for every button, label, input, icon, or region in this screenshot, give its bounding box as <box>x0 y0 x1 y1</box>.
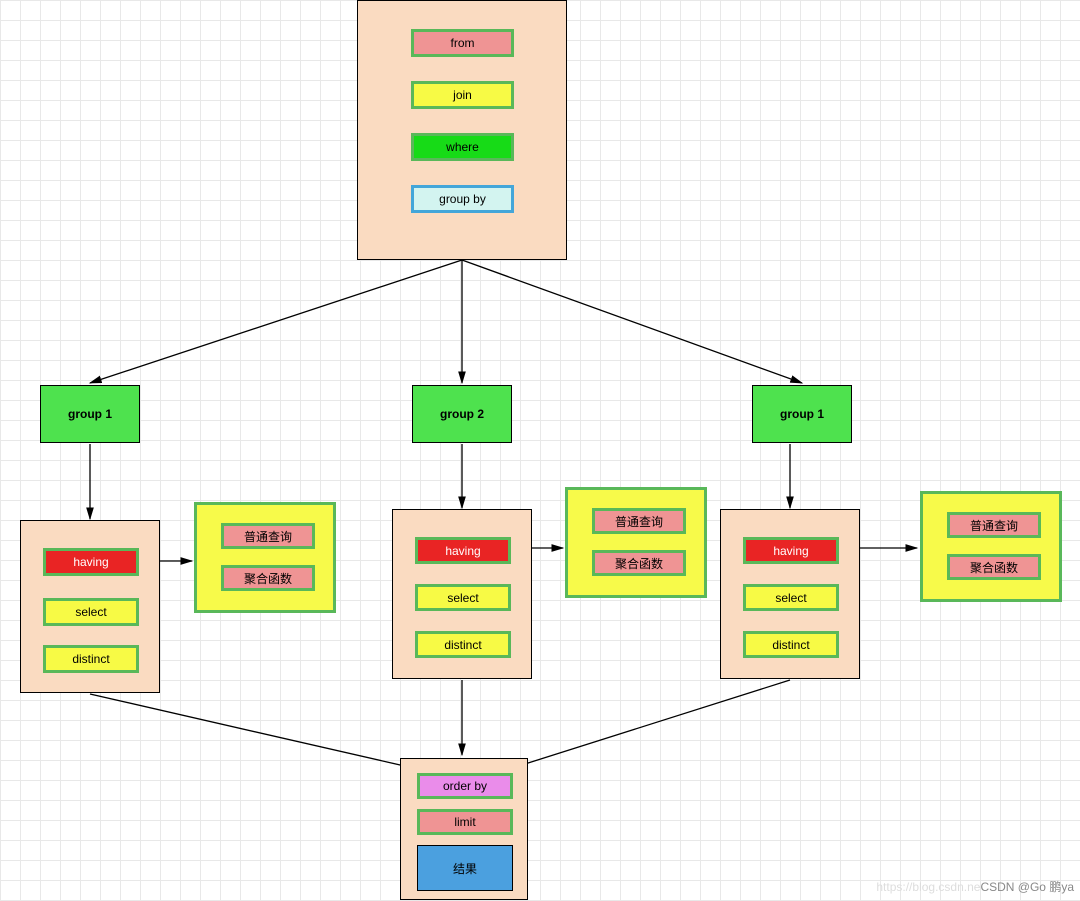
having-3: having <box>743 537 839 564</box>
select-2: select <box>415 584 511 611</box>
select-3: select <box>743 584 839 611</box>
inner-box-3: having select distinct <box>720 509 860 679</box>
normal-query-2: 普通查询 <box>592 508 686 534</box>
join-item: join <box>411 81 514 109</box>
query-box-2: 普通查询 聚合函数 <box>565 487 707 598</box>
agg-func-2: 聚合函数 <box>592 550 686 576</box>
watermark-text: CSDN @Go 鹏ya <box>980 880 1074 894</box>
agg-func-1: 聚合函数 <box>221 565 315 591</box>
group3-node: group 1 <box>752 385 852 443</box>
having-1: having <box>43 548 139 576</box>
inner-box-1: having select distinct <box>20 520 160 693</box>
where-item: where <box>411 133 514 161</box>
top-box: from join where group by <box>357 0 567 260</box>
limit-item: limit <box>417 809 513 835</box>
group2-node: group 2 <box>412 385 512 443</box>
select-1: select <box>43 598 139 626</box>
watermark-faint: https://blog.csdn.ne <box>876 880 980 894</box>
from-item: from <box>411 29 514 57</box>
query-box-3: 普通查询 聚合函数 <box>920 491 1062 602</box>
having-2: having <box>415 537 511 564</box>
result-item: 结果 <box>417 845 513 891</box>
distinct-1: distinct <box>43 645 139 673</box>
orderby-item: order by <box>417 773 513 799</box>
normal-query-1: 普通查询 <box>221 523 315 549</box>
inner-box-2: having select distinct <box>392 509 532 679</box>
distinct-3: distinct <box>743 631 839 658</box>
bottom-box: order by limit 结果 <box>400 758 528 900</box>
distinct-2: distinct <box>415 631 511 658</box>
group1-node: group 1 <box>40 385 140 443</box>
normal-query-3: 普通查询 <box>947 512 1041 538</box>
query-box-1: 普通查询 聚合函数 <box>194 502 336 613</box>
watermark: https://blog.csdn.neCSDN @Go 鹏ya <box>876 878 1074 895</box>
agg-func-3: 聚合函数 <box>947 554 1041 580</box>
groupby-item: group by <box>411 185 514 213</box>
